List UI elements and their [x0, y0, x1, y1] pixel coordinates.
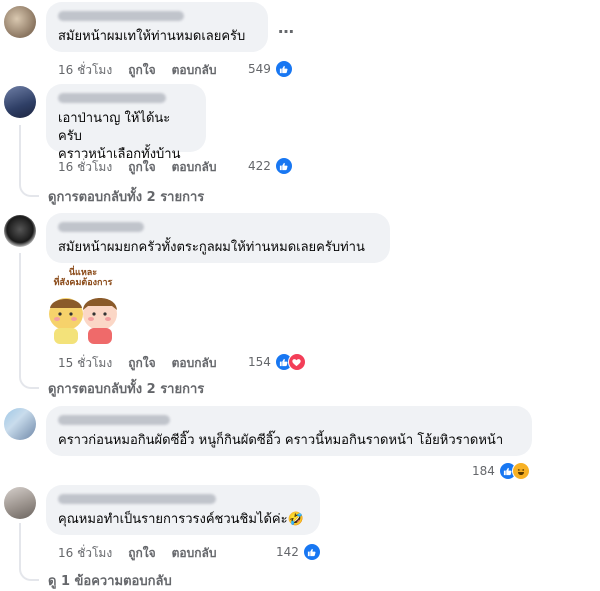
- commenter-name[interactable]: [58, 11, 184, 21]
- comment-bubble: สมัยหน้าผมยกครัวทั้งตระกูลผมให้ท่านหมดเล…: [46, 213, 390, 263]
- reply-button[interactable]: ตอบกลับ: [172, 354, 217, 373]
- reaction-summary[interactable]: 549: [248, 60, 293, 78]
- comment-actions: 15 ชั่วโมง ถูกใจ ตอบกลับ: [58, 354, 216, 373]
- comment-bubble: สมัยหน้าผมเทให้ท่านหมดเลยครับ: [46, 2, 268, 52]
- view-replies-link[interactable]: ดูการตอบกลับทั้ง 2 รายการ: [48, 378, 204, 399]
- reaction-count: 549: [248, 62, 271, 76]
- comment-time[interactable]: 16 ชั่วโมง: [58, 61, 112, 80]
- commenter-name[interactable]: [58, 93, 166, 103]
- comment-actions: 16 ชั่วโมง ถูกใจ ตอบกลับ: [58, 158, 216, 177]
- comment-actions: 16 ชั่วโมง ถูกใจ ตอบกลับ: [58, 61, 216, 80]
- reply-button[interactable]: ตอบกลับ: [172, 61, 217, 80]
- comment-text: คราวก่อนหมอกินผัดซีอิ๊ว หนูก็กินผัดซีอิ๊…: [58, 433, 504, 448]
- thread-line: [19, 253, 21, 377]
- comment-time[interactable]: 16 ชั่วโมง: [58, 544, 112, 563]
- like-button[interactable]: ถูกใจ: [128, 61, 155, 80]
- comment-text: สมัยหน้าผมเทให้ท่านหมดเลยครับ: [58, 29, 246, 44]
- thread-line: [19, 125, 21, 185]
- comment-bubble: เอาป่านาญ ให้ได้นะครับ คราวหน้าเลือกทั้ง…: [46, 84, 206, 162]
- comment-time[interactable]: 16 ชั่วโมง: [58, 158, 112, 177]
- reaction-count: 422: [248, 159, 271, 173]
- avatar[interactable]: [4, 215, 36, 247]
- reply-button[interactable]: ตอบกลับ: [172, 544, 217, 563]
- sticker-characters-icon: [49, 298, 117, 344]
- reaction-count: 154: [248, 355, 271, 369]
- comment-bubble: คราวก่อนหมอกินผัดซีอิ๊ว หนูก็กินผัดซีอิ๊…: [46, 406, 532, 456]
- thread-connector: [19, 183, 39, 197]
- comment-text: คุณหมอทำเป็นรายการวรงค์ชวนชิมได้ค่ะ🤣: [58, 512, 304, 527]
- comment-text: เอาป่านาญ ให้ได้นะครับ คราวหน้าเลือกทั้ง…: [58, 111, 181, 162]
- like-reaction-icon: [274, 60, 293, 78]
- comment-sticker[interactable]: นี่แหละ ที่สังคมต้องการ: [40, 268, 126, 348]
- commenter-name[interactable]: [58, 222, 144, 232]
- view-replies-link[interactable]: ดูการตอบกลับทั้ง 2 รายการ: [48, 186, 204, 207]
- reaction-summary[interactable]: 422: [248, 157, 293, 175]
- sticker-caption: นี่แหละ ที่สังคมต้องการ: [53, 268, 113, 288]
- comment-actions: 16 ชั่วโมง ถูกใจ ตอบกลับ: [58, 544, 216, 563]
- reaction-count: 184: [472, 464, 495, 478]
- haha-reaction-icon: [511, 462, 530, 480]
- more-options-icon[interactable]: …: [278, 18, 295, 37]
- avatar[interactable]: [4, 487, 36, 519]
- thread-connector: [19, 375, 39, 389]
- like-button[interactable]: ถูกใจ: [128, 354, 155, 373]
- reaction-summary[interactable]: 184: [472, 462, 530, 480]
- reaction-summary[interactable]: 142: [276, 543, 321, 561]
- like-button[interactable]: ถูกใจ: [128, 544, 155, 563]
- avatar[interactable]: [4, 86, 36, 118]
- reaction-summary[interactable]: 154: [248, 353, 306, 371]
- like-reaction-icon: [274, 157, 293, 175]
- commenter-name[interactable]: [58, 494, 216, 504]
- avatar[interactable]: [4, 6, 36, 38]
- love-reaction-icon: [287, 353, 306, 371]
- like-reaction-icon: [302, 543, 321, 561]
- comment-time[interactable]: 15 ชั่วโมง: [58, 354, 112, 373]
- commenter-name[interactable]: [58, 415, 170, 425]
- view-replies-link[interactable]: ดู 1 ข้อความตอบกลับ: [48, 570, 172, 591]
- reaction-count: 142: [276, 545, 299, 559]
- like-button[interactable]: ถูกใจ: [128, 158, 155, 177]
- thread-line: [19, 523, 21, 569]
- thread-connector: [19, 567, 39, 581]
- comment-text: สมัยหน้าผมยกครัวทั้งตระกูลผมให้ท่านหมดเล…: [58, 240, 365, 255]
- comment-bubble: คุณหมอทำเป็นรายการวรงค์ชวนชิมได้ค่ะ🤣: [46, 485, 320, 535]
- avatar[interactable]: [4, 408, 36, 440]
- reply-button[interactable]: ตอบกลับ: [172, 158, 217, 177]
